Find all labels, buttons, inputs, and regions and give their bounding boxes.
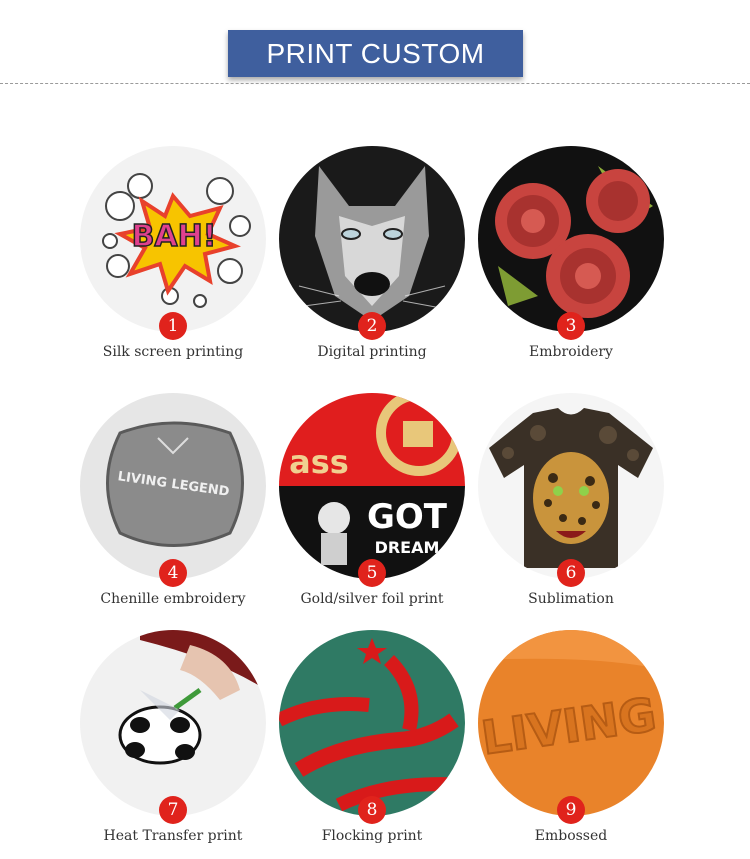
number-badge: 8	[358, 796, 386, 824]
page-title: PRINT CUSTOM	[266, 37, 485, 69]
print-option-label: Embossed	[534, 828, 608, 844]
number-badge: 5	[358, 559, 386, 587]
foil-text: ass	[289, 443, 349, 481]
got-text: GOT	[367, 497, 448, 537]
flocking-print-image	[279, 630, 465, 816]
print-option-label: Flocking print	[321, 828, 423, 844]
heat-transfer-image	[80, 630, 266, 816]
digital-printing-image	[279, 146, 465, 332]
print-option-label: Silk screen printing	[102, 344, 244, 360]
embossed-image: LIVING	[478, 630, 664, 816]
bah-text: BAH!	[132, 219, 217, 254]
number-badge: 2	[358, 312, 386, 340]
print-option-label: Gold/silver foil print	[300, 591, 444, 607]
print-option-label: Embroidery	[529, 344, 613, 360]
embroidery-image	[478, 146, 664, 332]
number-badge: 1	[159, 312, 187, 340]
number-badge: 7	[159, 796, 187, 824]
sublimation-image	[478, 393, 664, 579]
number-badge: 9	[557, 796, 585, 824]
dashed-divider	[0, 83, 750, 84]
number-badge: 4	[159, 559, 187, 587]
silk-screen-image: BAH!	[80, 146, 266, 332]
print-option-label: Digital printing	[317, 344, 427, 360]
print-option-label: Chenille embroidery	[100, 591, 246, 607]
chenille-embroidery-image: LIVING LEGEND	[80, 393, 266, 579]
foil-print-image: ass GOT DREAM	[279, 393, 465, 579]
print-option-label: Sublimation	[528, 591, 614, 607]
number-badge: 3	[557, 312, 585, 340]
number-badge: 6	[557, 559, 585, 587]
header-banner: PRINT CUSTOM	[228, 30, 523, 77]
print-option-label: Heat Transfer print	[103, 828, 243, 844]
dream-text: DREAM	[375, 538, 440, 557]
